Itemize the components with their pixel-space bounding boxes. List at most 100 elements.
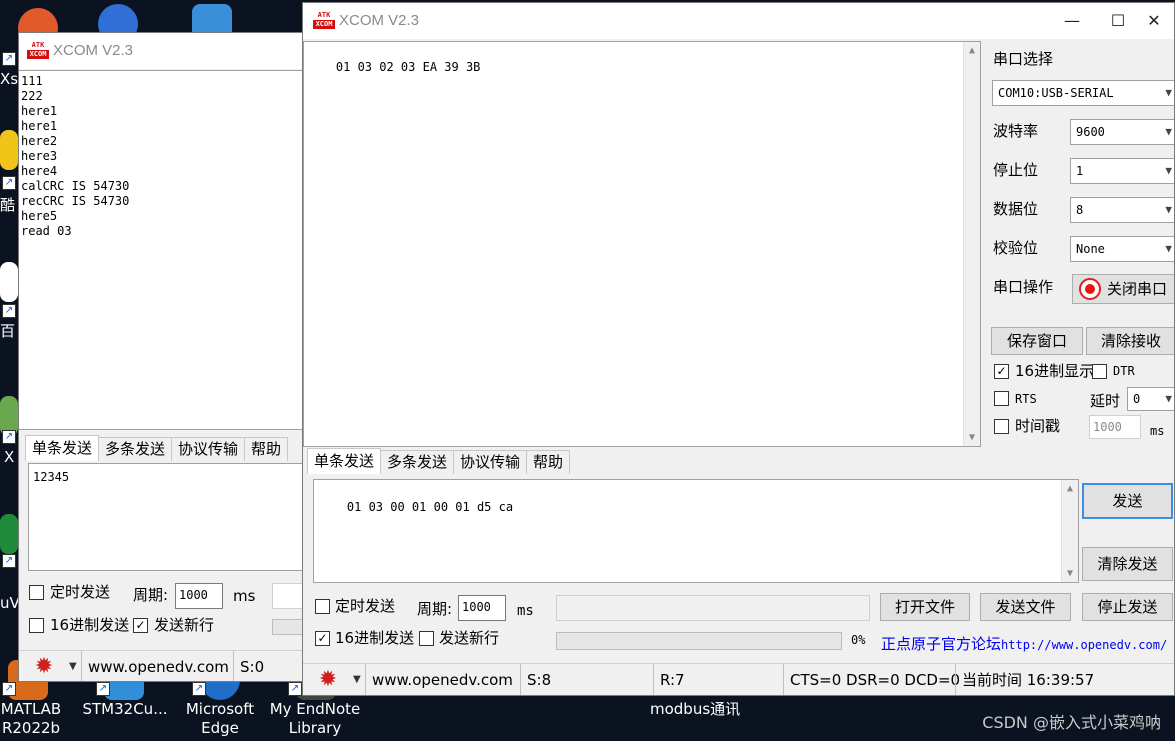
tab-protocol[interactable]: 协议传输 [171, 437, 246, 461]
baud-value: 9600 [1076, 125, 1105, 139]
port-status-icon [1079, 278, 1101, 300]
forum-url: http://www.openedv.com/ [1001, 638, 1168, 652]
clear-receive-button[interactable]: 清除接收 [1086, 327, 1174, 355]
shortcut-arrow-icon: ↗ [2, 554, 16, 568]
send-newline-checkbox[interactable] [419, 631, 434, 646]
rts-checkbox[interactable] [994, 391, 1009, 406]
shortcut-arrow-icon: ↗ [2, 176, 16, 190]
tab-help[interactable]: 帮助 [244, 437, 289, 461]
window-title: XCOM V2.3 [53, 42, 134, 59]
scroll-up-icon[interactable]: ▲ [1062, 480, 1078, 497]
chevron-down-icon[interactable]: ▼ [353, 664, 361, 695]
dtr-label: DTR [1113, 364, 1135, 378]
stop-bits-label: 停止位 [993, 161, 1039, 179]
period-input[interactable]: 1000 [458, 595, 506, 621]
hex-send-checkbox[interactable] [29, 618, 44, 633]
gear-icon[interactable]: ✹ [315, 668, 341, 692]
status-time: 当前时间 16:39:57 [955, 664, 1174, 695]
tab-help[interactable]: 帮助 [526, 450, 571, 474]
tab-multi-send[interactable]: 多条发送 [380, 450, 455, 474]
shortcut-arrow-icon: ↗ [2, 682, 16, 696]
clear-send-button[interactable]: 清除发送 [1082, 547, 1173, 581]
baidu-app-icon[interactable] [0, 262, 18, 302]
timed-send-checkbox[interactable] [29, 585, 44, 600]
open-file-button[interactable]: 打开文件 [880, 593, 970, 621]
ms-label: ms [517, 603, 534, 619]
shortcut-arrow-icon: ↗ [2, 430, 16, 444]
data-bits-value: 8 [1076, 203, 1084, 217]
receive-scrollbar[interactable]: ▲ ▼ [963, 42, 980, 446]
close-port-button[interactable]: 关闭串口 [1072, 274, 1174, 304]
hex-send-label: 16进制发送 [335, 629, 415, 647]
port-select[interactable]: COM10:USB-SERIAL ▼ [992, 80, 1174, 106]
status-bar: ✹ ▼ www.openedv.com S:0 [19, 650, 302, 681]
send-input[interactable]: 01 03 00 01 00 01 d5 ca ▲ ▼ [313, 479, 1079, 583]
send-progress [272, 619, 302, 635]
hex-send-checkbox[interactable]: ✓ [315, 631, 330, 646]
tab-single-send[interactable]: 单条发送 [25, 435, 100, 461]
scroll-up-icon[interactable]: ▲ [964, 42, 980, 59]
chevron-down-icon: ▼ [1165, 164, 1172, 177]
data-bits-label: 数据位 [993, 200, 1039, 218]
xcom-window-back[interactable]: ATK XCOM XCOM V2.3 111 222 here1 here1 he… [18, 32, 303, 682]
timestamp-ms-label: ms [1150, 424, 1165, 438]
timed-send-label: 定时发送 [50, 583, 111, 601]
modbus-folder-label: modbus通讯 [650, 700, 741, 718]
receive-area[interactable]: 01 03 02 03 EA 39 3B ▲ ▼ [303, 41, 981, 447]
timestamp-checkbox[interactable] [994, 419, 1009, 434]
endnote-label: My EndNote Library [269, 700, 361, 737]
hex-display-label: 16进制显示 [1015, 362, 1095, 380]
stop-send-button[interactable]: 停止发送 [1082, 593, 1173, 621]
send-scrollbar[interactable]: ▲ ▼ [1061, 480, 1078, 582]
title-bar[interactable]: ATK XCOM XCOM V2.3 [19, 33, 302, 69]
receive-area[interactable]: 111 222 here1 here1 here2 here3 here4 ca… [19, 70, 302, 430]
hex-display-checkbox[interactable]: ✓ [994, 364, 1009, 379]
dtr-checkbox[interactable] [1092, 364, 1107, 379]
timed-send-checkbox[interactable] [315, 599, 330, 614]
status-url[interactable]: www.openedv.com [365, 664, 520, 695]
tab-protocol[interactable]: 协议传输 [453, 450, 528, 474]
stop-bits-select[interactable]: 1 ▼ [1070, 158, 1174, 184]
tab-multi-send[interactable]: 多条发送 [98, 437, 173, 461]
send-input[interactable]: 12345 [28, 463, 302, 571]
title-bar[interactable]: ATK XCOM XCOM V2.3 — ☐ ✕ [303, 3, 1174, 39]
parity-select[interactable]: None ▼ [1070, 236, 1174, 262]
shortcut-arrow-icon: ↗ [96, 682, 110, 696]
timestamp-input[interactable]: 1000 [1089, 415, 1141, 439]
send-file-path[interactable] [556, 595, 870, 621]
period-input[interactable]: 1000 [175, 583, 223, 609]
chevron-down-icon[interactable]: ▼ [69, 651, 77, 681]
send-file-path[interactable] [272, 583, 302, 609]
send-newline-checkbox[interactable]: ✓ [133, 618, 148, 633]
xcom-logo: ATK XCOM [313, 11, 335, 31]
save-window-button[interactable]: 保存窗口 [991, 327, 1083, 355]
forum-label: 正点原子官方论坛 [881, 635, 1002, 653]
desktop-partial-label-5: uV [0, 594, 20, 612]
xcom-logo: ATK XCOM [27, 41, 49, 61]
baud-select[interactable]: 9600 ▼ [1070, 119, 1174, 145]
forum-link[interactable]: 正点原子官方论坛http://www.openedv.com/ [881, 633, 1167, 654]
data-bits-select[interactable]: 8 ▼ [1070, 197, 1174, 223]
close-button[interactable]: ✕ [1131, 3, 1174, 39]
vscode-app-icon[interactable] [0, 514, 18, 554]
status-sent: S:0 [233, 651, 302, 681]
status-url[interactable]: www.openedv.com [81, 651, 233, 681]
delay-select[interactable]: 0 ▼ [1127, 387, 1174, 411]
progress-percent: 0% [851, 633, 866, 647]
delay-label: 延时 [1090, 392, 1121, 410]
send-button[interactable]: 发送 [1082, 483, 1173, 519]
scroll-down-icon[interactable]: ▼ [964, 429, 980, 446]
shortcut-arrow-icon: ↗ [2, 52, 16, 66]
parity-label: 校验位 [993, 239, 1039, 257]
cloud-app-icon[interactable] [0, 130, 18, 170]
shortcut-arrow-icon: ↗ [192, 682, 206, 696]
send-file-button[interactable]: 发送文件 [980, 593, 1071, 621]
minimize-button[interactable]: — [1049, 3, 1095, 39]
send-newline-label: 发送新行 [154, 616, 215, 634]
gear-icon[interactable]: ✹ [31, 655, 57, 679]
tab-single-send[interactable]: 单条发送 [307, 448, 382, 474]
scroll-down-icon[interactable]: ▼ [1062, 565, 1078, 582]
stm32cube-label: STM32Cu... [82, 700, 168, 718]
desktop-partial-label-2: 酷 [0, 196, 16, 214]
xcom-window-main[interactable]: ATK XCOM XCOM V2.3 — ☐ ✕ 01 03 02 03 EA 3… [302, 2, 1175, 696]
